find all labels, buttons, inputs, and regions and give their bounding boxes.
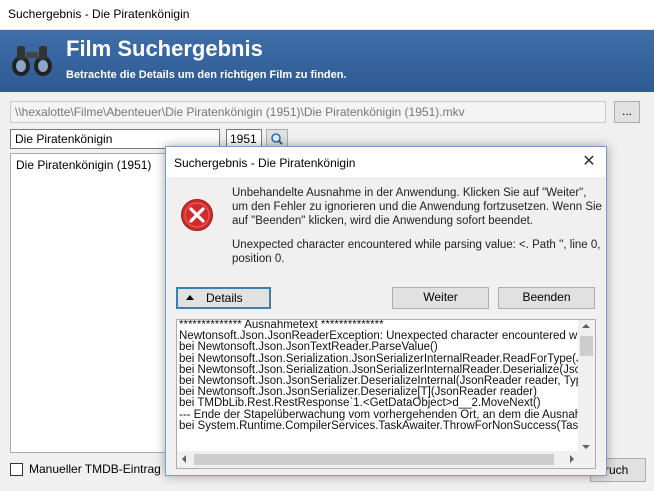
vertical-scrollbar[interactable] [578, 320, 595, 453]
dialog-title: Suchergebnis - Die Piratenkönigin [174, 156, 356, 170]
browse-button[interactable]: ... [614, 101, 640, 123]
trace-line: bei System.Runtime.CompilerServices.Task… [179, 419, 579, 432]
scroll-up-icon[interactable] [582, 324, 590, 328]
scrollbar-corner [578, 451, 595, 468]
results-list[interactable]: Die Piratenkönigin (1951) [10, 153, 170, 453]
horizontal-scrollbar[interactable] [177, 451, 579, 468]
dialog-button-row: Details Weiter Beenden [166, 281, 606, 315]
details-button[interactable]: Details [176, 287, 271, 309]
scroll-thumb[interactable] [580, 336, 593, 356]
dialog-message-area: Unbehandelte Ausnahme in der Anwendung. … [166, 177, 606, 281]
trace-line: bei Newtonsoft.Json.JsonTextReader.Parse… [179, 341, 438, 354]
quit-button[interactable]: Beenden [498, 287, 595, 309]
scroll-thumb[interactable] [194, 454, 554, 465]
file-path-field[interactable]: \\hexalotte\Filme\Abenteuer\Die Piratenk… [10, 101, 606, 123]
window-title: Suchergebnis - Die Piratenkönigin [8, 7, 190, 21]
error-dialog: Suchergebnis - Die Piratenkönigin ✕ Unbe… [165, 146, 607, 476]
scroll-right-icon[interactable] [570, 455, 574, 463]
window-titlebar: Suchergebnis - Die Piratenkönigin [0, 0, 654, 30]
bottom-right-button-label: ruch [605, 463, 629, 477]
scroll-left-icon[interactable] [182, 455, 186, 463]
error-line: position 0. [232, 253, 285, 265]
page-title: Film Suchergebnis [66, 36, 263, 61]
binoculars-icon [12, 46, 52, 76]
triangle-up-icon [186, 295, 194, 300]
dialog-titlebar: Suchergebnis - Die Piratenkönigin ✕ [166, 147, 606, 177]
list-item[interactable]: Die Piratenkönigin (1951) [16, 158, 151, 172]
continue-button[interactable]: Weiter [392, 287, 489, 309]
error-line: Unexpected character encountered while p… [232, 239, 601, 251]
message-line: auf "Beenden" klicken, wird die Anwendun… [232, 215, 533, 227]
error-icon [181, 199, 213, 231]
header-banner: Film Suchergebnis Betrachte die Details … [0, 30, 654, 92]
stack-trace-text: ************** Ausnahmetext ************… [179, 320, 579, 454]
scroll-down-icon[interactable] [582, 445, 590, 449]
manual-tmdb-checkbox[interactable] [10, 463, 23, 476]
message-line: um den Fehler zu ignorieren und die Anwe… [232, 201, 602, 213]
message-line: Unbehandelte Ausnahme in der Anwendung. … [232, 187, 587, 199]
page-subtitle: Betrachte die Details um den richtigen F… [66, 69, 347, 81]
dialog-message: Unbehandelte Ausnahme in der Anwendung. … [232, 186, 606, 266]
details-button-label: Details [206, 291, 243, 305]
manual-tmdb-label: Manueller TMDB-Eintrag [29, 462, 161, 476]
close-icon[interactable]: ✕ [578, 151, 600, 173]
trace-line: bei TMDbLib.Rest.RestResponse`1.<GetData… [179, 397, 541, 410]
stack-trace-box[interactable]: ************** Ausnahmetext ************… [176, 319, 596, 469]
